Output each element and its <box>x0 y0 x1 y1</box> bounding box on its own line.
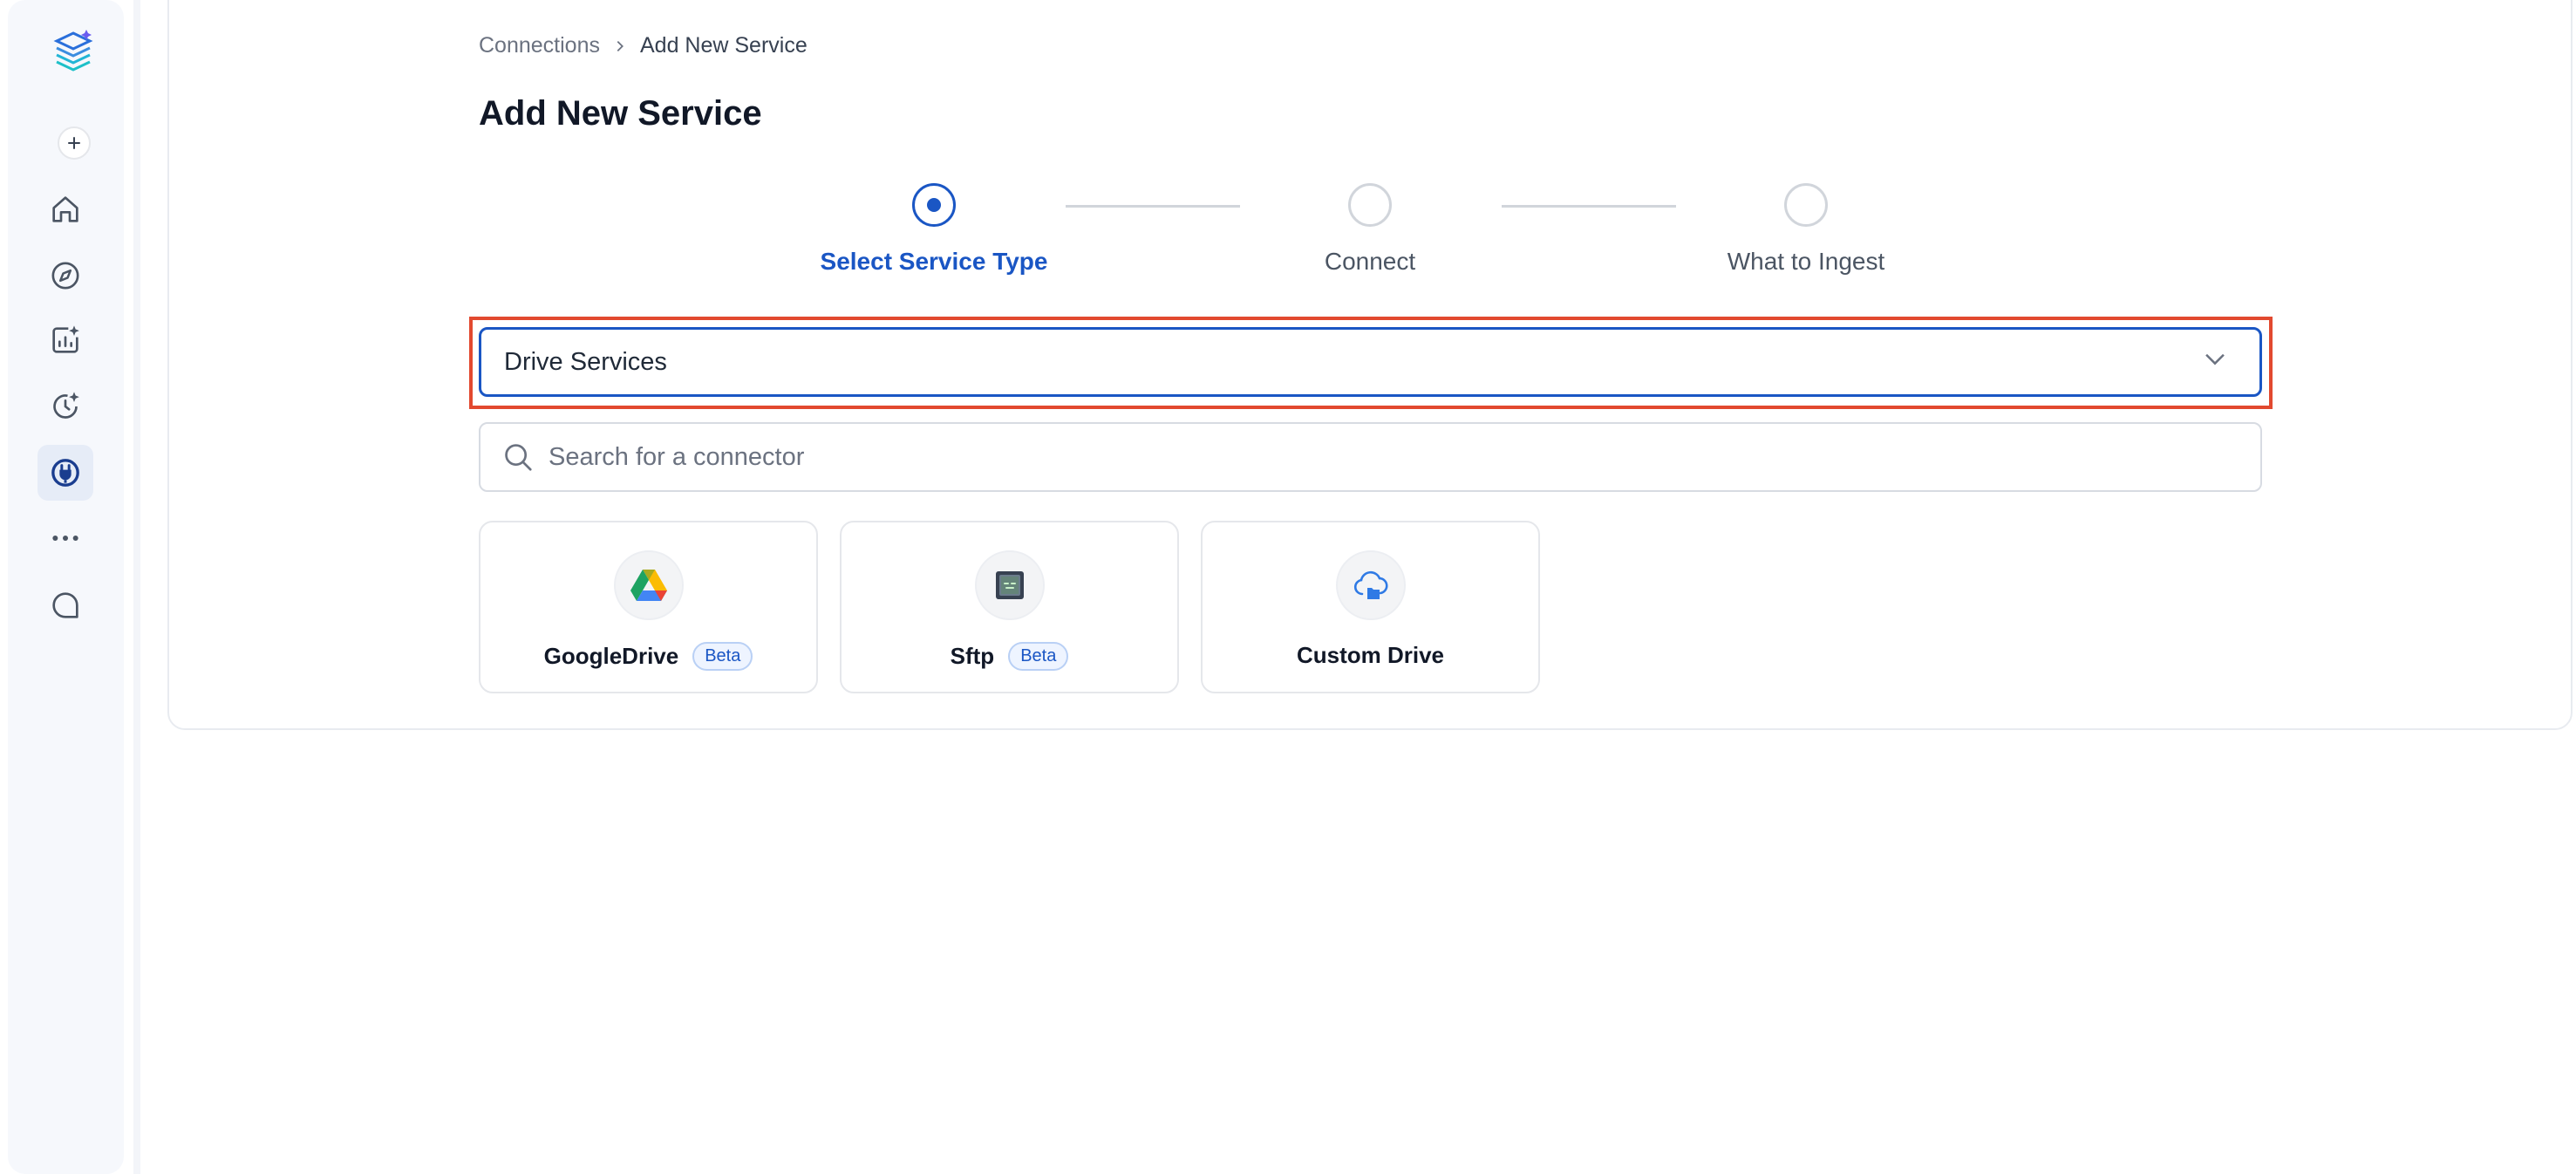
service-type-dropdown[interactable]: Drive Services <box>479 327 2262 397</box>
sidebar-divider <box>133 0 140 1174</box>
clock-sparkle-icon[interactable] <box>37 379 93 434</box>
beta-badge: Beta <box>692 642 753 671</box>
connector-name: Custom Drive <box>1296 642 1445 668</box>
chat-icon[interactable] <box>37 577 93 633</box>
more-icon[interactable] <box>37 510 93 566</box>
step-select-service-type: Select Service Type <box>803 183 1065 276</box>
connector-name: Sftp <box>950 643 995 669</box>
page-title: Add New Service <box>479 94 762 133</box>
connector-name: GoogleDrive <box>543 643 679 669</box>
google-drive-icon <box>613 550 684 620</box>
app-logo-icon[interactable] <box>51 28 95 73</box>
home-icon[interactable] <box>37 181 93 237</box>
sftp-icon <box>974 550 1045 620</box>
cloud-folder-icon <box>1335 550 1406 620</box>
breadcrumb-current: Add New Service <box>639 33 808 58</box>
step-what-to-ingest: What to Ingest <box>1675 183 1937 276</box>
chevron-right-icon <box>612 38 628 54</box>
compass-icon[interactable] <box>37 248 93 304</box>
breadcrumb: Connections Add New Service <box>479 33 808 58</box>
step-label: Select Service Type <box>820 248 1048 275</box>
search-input[interactable] <box>549 442 2239 472</box>
breadcrumb-connections-link[interactable]: Connections <box>479 33 600 58</box>
step-indicator <box>1348 183 1392 227</box>
step-indicator-active <box>912 183 956 227</box>
beta-badge: Beta <box>1008 642 1069 671</box>
step-indicator <box>1784 183 1828 227</box>
step-connector-line <box>1066 205 1240 208</box>
add-plus-icon[interactable] <box>58 126 91 160</box>
plug-icon[interactable] <box>37 445 93 501</box>
insights-icon[interactable] <box>37 312 93 368</box>
connector-card-googledrive[interactable]: GoogleDrive Beta <box>479 521 818 693</box>
step-label: Connect <box>1324 248 1416 275</box>
service-type-value: Drive Services <box>504 347 667 376</box>
step-connector-line <box>1502 205 1676 208</box>
connector-card-sftp[interactable]: Sftp Beta <box>840 521 1179 693</box>
step-label: What to Ingest <box>1727 248 1885 275</box>
connector-search <box>479 422 2262 492</box>
chevron-down-icon <box>2200 344 2230 380</box>
step-connect: Connect <box>1239 183 1501 276</box>
search-icon <box>505 444 532 471</box>
connector-card-custom-drive[interactable]: Custom Drive <box>1201 521 1540 693</box>
sidebar <box>8 0 124 1174</box>
